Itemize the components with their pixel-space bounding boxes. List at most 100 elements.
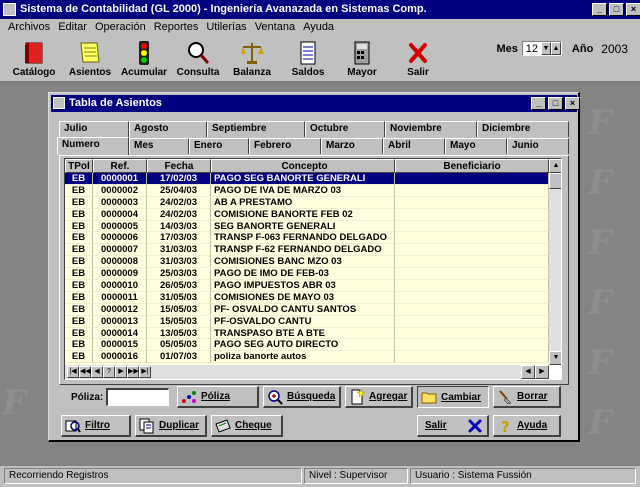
cell-fecha[interactable]: 17/03/03: [147, 232, 211, 245]
tab-julio[interactable]: Julio: [59, 121, 129, 137]
cell-fecha[interactable]: 15/05/03: [147, 315, 211, 328]
cell-concepto[interactable]: TRANSP F-063 FERNANDO DELGADO: [211, 232, 395, 245]
cell-tpol[interactable]: EB: [65, 256, 93, 269]
cell-tpol[interactable]: EB: [65, 303, 93, 316]
cell-beneficiario[interactable]: [395, 232, 549, 245]
nav-help-icon[interactable]: ?: [103, 366, 115, 378]
balanza-button[interactable]: Balanza: [224, 38, 280, 80]
table-row[interactable]: EB 0000004 24/02/03 COMISIONE BANORTE FEB 0…: [65, 208, 549, 221]
duplicar-button[interactable]: Duplicar: [135, 415, 207, 437]
busqueda-button[interactable]: Búsqueda: [263, 386, 341, 408]
cell-ref[interactable]: 0000010: [93, 280, 147, 292]
cell-fecha[interactable]: 24/02/03: [147, 196, 211, 209]
salir-button[interactable]: Salir: [417, 415, 489, 437]
child-close-button[interactable]: ×: [565, 97, 580, 110]
cell-fecha[interactable]: 14/03/03: [147, 220, 211, 233]
scroll-thumb[interactable]: [549, 173, 561, 189]
col-header-beneficiario[interactable]: Beneficiario: [395, 159, 549, 173]
cell-fecha[interactable]: 17/02/03: [147, 173, 211, 185]
cell-ref[interactable]: 0000011: [93, 291, 147, 304]
borrar-button[interactable]: Borrar: [493, 386, 561, 408]
cell-ref[interactable]: 0000005: [93, 220, 147, 233]
ayuda-button[interactable]: ? Ayuda: [493, 415, 561, 437]
cell-concepto[interactable]: poliza banorte autos: [211, 351, 395, 364]
agregar-button[interactable]: Agregar: [345, 386, 413, 408]
cell-fecha[interactable]: 25/04/03: [147, 184, 211, 197]
restore-button[interactable]: □: [609, 3, 624, 16]
cell-tpol[interactable]: EB: [65, 339, 93, 352]
cell-tpol[interactable]: EB: [65, 315, 93, 328]
cell-fecha[interactable]: 31/03/03: [147, 256, 211, 269]
cell-concepto[interactable]: PAGO SEG BANORTE GENERALI: [211, 173, 395, 185]
cell-tpol[interactable]: EB: [65, 232, 93, 245]
app-icon[interactable]: [3, 3, 16, 16]
catalogo-button[interactable]: Catálogo: [6, 38, 62, 80]
cell-beneficiario[interactable]: [395, 291, 549, 304]
cell-ref[interactable]: 0000008: [93, 256, 147, 269]
table-row[interactable]: EB 0000003 24/02/03 AB A PRESTAMO: [65, 196, 549, 209]
tab-agosto[interactable]: Agosto: [129, 121, 207, 137]
tab-numero[interactable]: Numero: [57, 137, 129, 155]
cell-fecha[interactable]: 25/03/03: [147, 268, 211, 281]
table-row[interactable]: EB 0000015 05/05/03 PAGO SEG AUTO DIRECTO: [65, 339, 549, 352]
cell-beneficiario[interactable]: [395, 173, 549, 185]
tab-enero[interactable]: Enero: [189, 138, 249, 154]
cell-concepto[interactable]: SEG BANORTE GENERALI: [211, 220, 395, 233]
table-row[interactable]: EB 0000009 25/03/03 PAGO DE IMO DE FEB-03: [65, 268, 549, 281]
table-row[interactable]: EB 0000013 15/05/03 PF-OSVALDO CANTU: [65, 315, 549, 328]
nav-last-icon[interactable]: ▶|: [139, 366, 151, 378]
nav-prev-page-icon[interactable]: ◀◀: [79, 366, 91, 378]
menu-editar[interactable]: Editar: [54, 19, 91, 36]
menu-archivos[interactable]: Archivos: [4, 19, 54, 36]
cell-tpol[interactable]: EB: [65, 220, 93, 233]
tab-junio[interactable]: Junio: [507, 138, 569, 154]
cell-concepto[interactable]: AB A PRESTAMO: [211, 196, 395, 209]
tab-marzo[interactable]: Marzo: [321, 138, 383, 154]
cell-tpol[interactable]: EB: [65, 280, 93, 292]
cell-tpol[interactable]: EB: [65, 208, 93, 221]
cell-ref[interactable]: 0000009: [93, 268, 147, 281]
cell-beneficiario[interactable]: [395, 244, 549, 257]
tab-noviembre[interactable]: Noviembre: [385, 121, 477, 137]
cell-beneficiario[interactable]: [395, 220, 549, 233]
scroll-down-icon[interactable]: ▼: [549, 351, 561, 365]
cell-ref[interactable]: 0000001: [93, 173, 147, 185]
cell-tpol[interactable]: EB: [65, 184, 93, 197]
asientos-grid[interactable]: TPol Ref. Fecha Concepto Beneficiario EB…: [64, 158, 562, 380]
table-row[interactable]: EB 0000014 13/05/03 TRANSPASO BTE A BTE: [65, 327, 549, 340]
child-minimize-button[interactable]: _: [531, 97, 546, 110]
cell-tpol[interactable]: EB: [65, 196, 93, 209]
scroll-left-icon[interactable]: ◀: [521, 365, 535, 379]
cell-ref[interactable]: 0000016: [93, 351, 147, 364]
table-row[interactable]: EB 0000007 31/03/03 TRANSP F-62 FERNANDO DE…: [65, 244, 549, 257]
cell-beneficiario[interactable]: [395, 303, 549, 316]
cell-ref[interactable]: 0000013: [93, 315, 147, 328]
child-restore-button[interactable]: □: [548, 97, 563, 110]
cell-fecha[interactable]: 31/05/03: [147, 291, 211, 304]
col-header-concepto[interactable]: Concepto: [211, 159, 395, 173]
tab-octubre[interactable]: Octubre: [305, 121, 385, 137]
table-row[interactable]: EB 0000011 31/05/03 COMISIONES DE MAYO 03: [65, 291, 549, 304]
cell-concepto[interactable]: PAGO DE IVA DE MARZO 03: [211, 184, 395, 197]
cell-concepto[interactable]: PAGO SEG AUTO DIRECTO: [211, 339, 395, 352]
menu-reportes[interactable]: Reportes: [150, 19, 203, 36]
col-header-ref[interactable]: Ref.: [93, 159, 147, 173]
cell-beneficiario[interactable]: [395, 208, 549, 221]
horizontal-scrollbar[interactable]: |◀ ◀◀ ◀ ? ▶ ▶▶ ▶| ◀ ▶: [65, 365, 549, 379]
asientos-button[interactable]: Asientos: [62, 38, 118, 80]
cell-beneficiario[interactable]: [395, 268, 549, 281]
cell-beneficiario[interactable]: [395, 351, 549, 364]
tab-mayo[interactable]: Mayo: [445, 138, 507, 154]
nav-first-icon[interactable]: |◀: [67, 366, 79, 378]
cell-tpol[interactable]: EB: [65, 244, 93, 257]
poliza-button[interactable]: Póliza: [177, 386, 259, 408]
cell-fecha[interactable]: 01/07/03: [147, 351, 211, 364]
cell-beneficiario[interactable]: [395, 280, 549, 292]
cell-concepto[interactable]: PF-OSVALDO CANTU: [211, 315, 395, 328]
cell-ref[interactable]: 0000002: [93, 184, 147, 197]
cell-ref[interactable]: 0000003: [93, 196, 147, 209]
cell-concepto[interactable]: PAGO DE IMO DE FEB-03: [211, 268, 395, 281]
tab-septiembre[interactable]: Septiembre: [207, 121, 305, 137]
menu-utilerias[interactable]: Utilerías: [202, 19, 250, 36]
consulta-button[interactable]: Consulta: [170, 38, 226, 80]
